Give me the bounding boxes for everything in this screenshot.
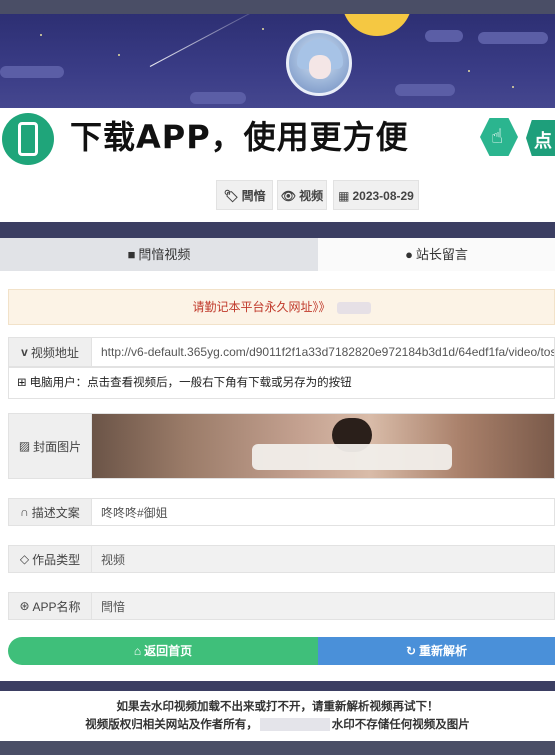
tab-message-label: 站长留言 [415,247,468,262]
video-url-value: http://v6-default.365yg.com/d9011f2f1a33… [101,345,554,359]
asterisk-circle-icon: ⊛ [19,599,30,613]
header-night-sky [0,14,555,108]
back-home-button[interactable]: ⌂ 返回首页 [8,637,318,665]
description-label-cell: ∩ 描述文案 [9,499,92,525]
headphones-icon: ∩ [20,505,29,519]
home-icon: ⌂ [133,644,142,658]
pc-user-tip: ⊞ 电脑用户：点击查看视频后，一般右下角有下载或另存为的按钮 [8,367,555,399]
app-name-row: ⊛ APP名称 閆愔 [8,592,555,620]
back-home-label: 返回首页 [144,644,193,658]
star [468,70,470,72]
bottom-strip [0,741,555,755]
cover-image[interactable] [92,414,554,478]
video-url-row: v 视频地址 http://v6-default.365yg.com/d9011f… [8,337,555,367]
cover-row: ▨ 封面图片 [8,413,555,479]
click-button-label: 点 [534,131,552,151]
refresh-icon: ↻ [405,644,417,658]
app-tag-label: 閆愔 [241,189,266,203]
star [512,86,514,88]
footer-line-2: 视频版权归相关网站及作者所有， 水印不存储任何视频及图片 [0,716,555,732]
video-url-field[interactable]: http://v6-default.365yg.com/d9011f2f1a33… [92,338,554,366]
description-value: 咚咚咚#御姐 [101,505,168,520]
reparse-label: 重新解析 [419,644,468,658]
work-type-field: 视频 [92,546,554,572]
footer-line-2-prefix: 视频版权归相关网站及作者所有， [85,719,258,731]
footer: 如果去水印视频加载不出来或打不开，请重新解析视频再试下！ 视频版权归相关网站及作… [0,691,555,741]
work-type-row: ◇ 作品类型 视频 [8,545,555,573]
notice-text: 请勤记本平台永久网址》》 [192,300,331,314]
cover-label: 封面图片 [33,439,82,454]
eye-icon: 👁 [280,189,297,203]
star [118,54,120,56]
cloud [190,92,246,104]
tab-message[interactable]: ● 站长留言 [318,238,555,271]
star [262,28,264,30]
video-url-label-cell: v 视频地址 [9,338,92,366]
work-type-value: 视频 [101,552,126,567]
divider-band [0,681,555,691]
type-tag-label: 视频 [299,189,324,203]
meteor [149,14,274,67]
cloud [395,84,455,96]
type-tag[interactable]: 👁 视频 [277,180,327,210]
cover-label-cell: ▨ 封面图片 [9,414,92,478]
calendar-icon: ▦ [338,189,350,203]
reparse-button[interactable]: ↻ 重新解析 [318,637,555,665]
description-label: 描述文案 [31,505,80,520]
image-icon: ▨ [18,439,31,453]
banner-text: 下载APP，使用更方便 [70,118,409,156]
tab-video-label: 閆愔视频 [138,247,191,262]
description-row: ∩ 描述文案 咚咚咚#御姐 [8,498,555,526]
app-name-field: 閆愔 [92,593,554,619]
work-type-label: 作品类型 [32,552,81,567]
work-type-label-cell: ◇ 作品类型 [9,546,92,572]
comment-icon: ● [405,247,413,262]
moon-illustration [342,14,412,36]
footer-line-1: 如果去水印视频加载不出来或打不开，请重新解析视频再试下！ [116,701,439,713]
star [40,34,42,36]
permanent-url-notice[interactable]: 请勤记本平台永久网址》》 [8,289,555,325]
app-name-label: APP名称 [32,599,81,614]
tag-icon: 🏷 [223,189,239,203]
description-field[interactable]: 咚咚咚#御姐 [92,499,554,525]
date-tag-label: 2023-08-29 [352,189,414,203]
app-name-label-cell: ⊛ APP名称 [9,593,92,619]
video-url-label: 视频地址 [30,345,79,360]
pc-user-tip-text: 电脑用户：点击查看视频后，一般右下角有下载或另存为的按钮 [29,377,352,389]
cloud [0,66,64,78]
app-name-value: 閆愔 [101,599,126,614]
app-tag[interactable]: 🏷 閆愔 [216,180,273,210]
divider-band [0,222,555,238]
cloud [425,30,463,42]
hand-pointer-icon: ☝ [491,126,504,148]
video-camera-icon: ■ [127,247,136,262]
blurred-url [336,301,371,314]
windows-icon: ⊞ [17,377,27,389]
tag-icon: ◇ [19,552,30,566]
phone-icon-body [18,122,38,156]
vimeo-icon: v [21,345,28,359]
top-strip [0,0,555,14]
date-tag: ▦ 2023-08-29 [333,180,419,210]
tab-video[interactable]: ■ 閆愔视频 [0,238,318,271]
blurred-site-name [259,718,330,732]
avatar [286,30,352,96]
footer-line-2-suffix: 水印不存储任何视频及图片 [331,719,470,731]
cloud [478,32,548,44]
